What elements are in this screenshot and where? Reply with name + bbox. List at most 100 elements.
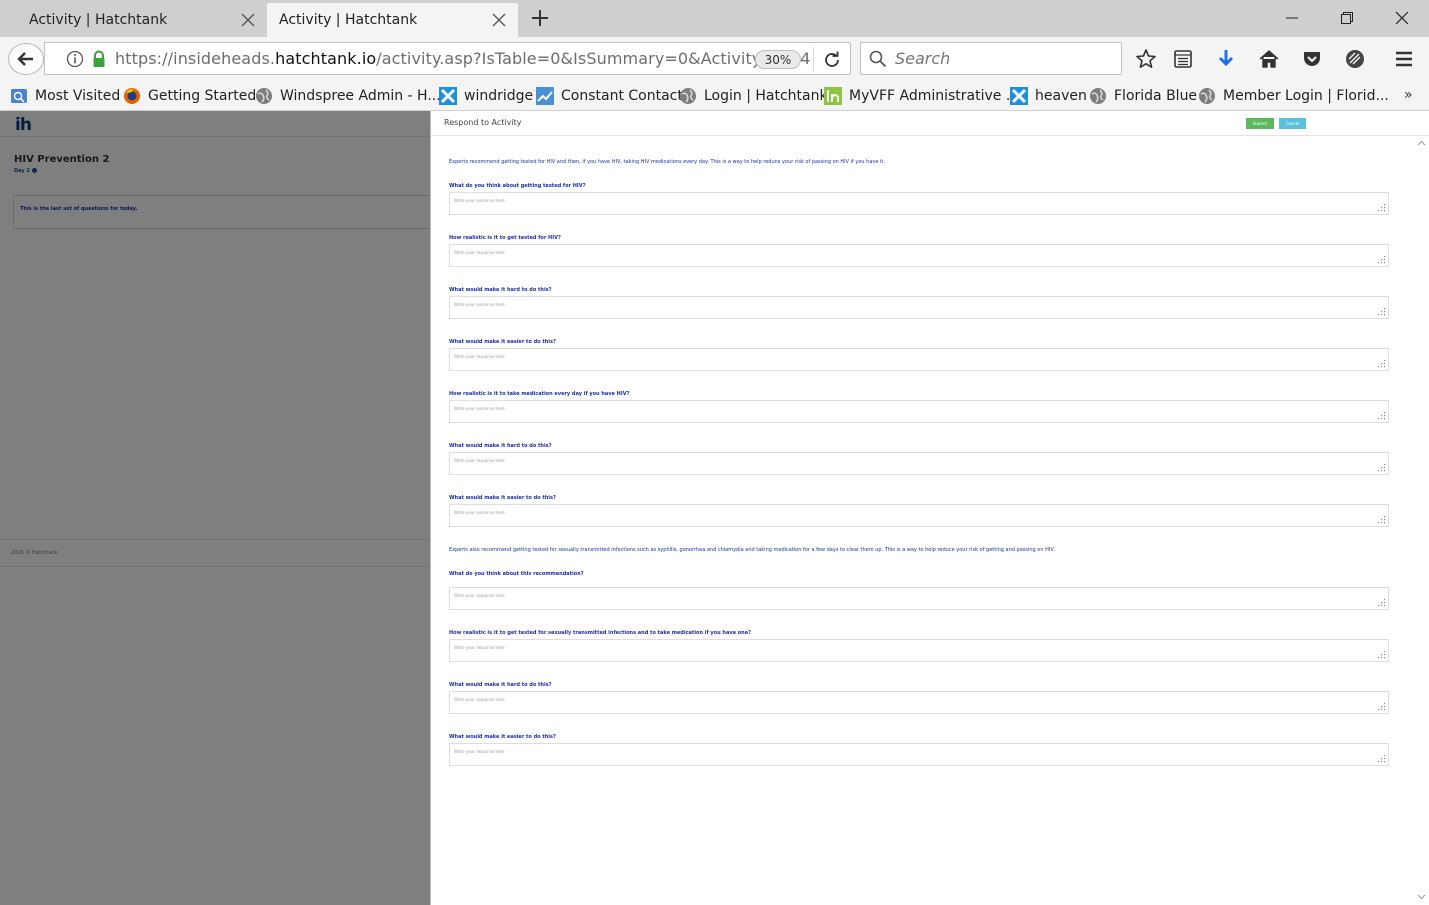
bookmark-florida-blue[interactable]: Florida Blue: [1089, 85, 1197, 107]
back-arrow-icon: [17, 52, 33, 66]
response-field[interactable]: [449, 691, 1389, 714]
panel-scrollbar[interactable]: [1413, 137, 1429, 905]
response-textarea[interactable]: [450, 692, 1388, 713]
question-label: What would make it hard to do this?: [449, 443, 552, 449]
response-textarea[interactable]: [450, 245, 1388, 266]
resize-grip-icon[interactable]: [1378, 204, 1386, 212]
reload-icon[interactable]: [821, 49, 843, 71]
resize-grip-icon[interactable]: [1378, 703, 1386, 711]
scroll-up-chevron-icon[interactable]: [1417, 139, 1426, 148]
bookmarks-toolbar: Most Visited Getting Started Windspree A…: [0, 81, 1429, 111]
response-field[interactable]: [449, 452, 1389, 475]
bookmark-label: Member Login | Florid...: [1223, 88, 1389, 104]
close-tab-icon[interactable]: [486, 7, 512, 33]
question-label: How realistic is it to get tested for se…: [449, 630, 752, 636]
response-field[interactable]: [449, 587, 1389, 610]
bookmark-windridge[interactable]: windridge: [439, 85, 533, 107]
restore-window-icon[interactable]: [1326, 4, 1368, 32]
bookmark-getting-started[interactable]: Getting Started: [123, 85, 256, 107]
response-textarea[interactable]: [450, 297, 1388, 318]
response-field[interactable]: [449, 244, 1389, 267]
url-host: hatchtank.io: [275, 49, 377, 68]
constant-contact-icon: [536, 87, 554, 105]
bookmark-label: Login | Hatchtank: [704, 88, 828, 104]
resize-grip-icon[interactable]: [1378, 256, 1386, 264]
addon-icon[interactable]: [1343, 47, 1367, 71]
close-tab-icon[interactable]: [235, 7, 261, 33]
scroll-down-chevron-icon[interactable]: [1417, 892, 1426, 901]
bookmark-myvff-administrative[interactable]: MyVFF Administrative ...: [824, 85, 1019, 107]
bookmark-login-hatchtank[interactable]: Login | Hatchtank: [679, 85, 828, 107]
search-input[interactable]: [895, 49, 1105, 68]
resize-grip-icon[interactable]: [1378, 412, 1386, 420]
response-field[interactable]: [449, 504, 1389, 527]
bookmark-windspree-admin[interactable]: Windspree Admin - H...: [255, 85, 441, 107]
bookmark-member-login-florida[interactable]: Member Login | Florid...: [1198, 85, 1389, 107]
page-viewport: ih HIV Prevention 2 Day 2 This is the la…: [0, 111, 1429, 905]
tab-activity-hatchtank-1[interactable]: Activity | Hatchtank: [17, 3, 267, 37]
close-window-icon[interactable]: [1381, 4, 1423, 32]
response-field[interactable]: [449, 192, 1389, 215]
tab-title: Activity | Hatchtank: [29, 12, 168, 28]
question-label: What would make it easier to do this?: [449, 734, 556, 740]
globe-icon: [680, 88, 696, 104]
tab-title: Activity | Hatchtank: [279, 12, 418, 28]
resize-grip-icon[interactable]: [1378, 516, 1386, 524]
reading-list-icon[interactable]: [1171, 47, 1195, 71]
question-label: What do you think about getting tested f…: [449, 183, 586, 189]
response-field[interactable]: [449, 348, 1389, 371]
resize-grip-icon[interactable]: [1378, 360, 1386, 368]
submit-button[interactable]: Submit: [1246, 118, 1274, 129]
response-textarea[interactable]: [450, 640, 1388, 661]
download-icon[interactable]: [1214, 47, 1238, 71]
response-textarea[interactable]: [450, 349, 1388, 370]
address-bar[interactable]: https://insideheads.hatchtank.io/activit…: [44, 42, 851, 75]
resize-grip-icon[interactable]: [1378, 599, 1386, 607]
bookmark-folder-icon: [11, 89, 27, 103]
bookmark-heaven[interactable]: heaven: [1010, 85, 1087, 107]
response-field[interactable]: [449, 296, 1389, 319]
resize-grip-icon[interactable]: [1378, 308, 1386, 316]
minimize-window-icon[interactable]: [1271, 4, 1313, 32]
bookmark-star-icon[interactable]: [1134, 47, 1158, 71]
bookmark-label: Windspree Admin - H...: [280, 88, 441, 104]
url-text[interactable]: https://insideheads.hatchtank.io/activit…: [115, 49, 811, 68]
resize-grip-icon[interactable]: [1378, 464, 1386, 472]
home-icon[interactable]: [1257, 47, 1281, 71]
url-divider: [813, 47, 814, 71]
intro-text: Experts also recommend getting tested fo…: [449, 547, 1055, 553]
response-field[interactable]: [449, 400, 1389, 423]
resize-grip-icon[interactable]: [1378, 651, 1386, 659]
bookmark-label: MyVFF Administrative ...: [849, 88, 1020, 104]
response-textarea[interactable]: [450, 401, 1388, 422]
bookmark-constant-contact[interactable]: Constant Contact: [536, 85, 683, 107]
question-label: What do you think about this recommendat…: [449, 571, 584, 577]
pocket-icon[interactable]: [1300, 47, 1324, 71]
cancel-button[interactable]: Cancel: [1279, 118, 1306, 129]
response-textarea[interactable]: [450, 505, 1388, 526]
bookmark-most-visited[interactable]: Most Visited: [10, 85, 120, 107]
hatchtank-icon: [824, 87, 842, 105]
response-field[interactable]: [449, 743, 1389, 766]
zoom-level-badge[interactable]: 30%: [755, 50, 801, 69]
question-label: What would make it hard to do this?: [449, 682, 552, 688]
search-bar[interactable]: [860, 42, 1122, 75]
new-tab-plus-icon[interactable]: [528, 6, 552, 30]
globe-icon: [256, 88, 272, 104]
menu-hamburger-icon[interactable]: [1392, 47, 1416, 71]
response-textarea[interactable]: [450, 588, 1388, 609]
tab-activity-hatchtank-2[interactable]: Activity | Hatchtank: [267, 3, 518, 37]
modal-backdrop[interactable]: [0, 111, 430, 905]
bookmark-label: Getting Started: [148, 88, 257, 104]
bookmark-label: heaven: [1035, 88, 1087, 104]
response-textarea[interactable]: [450, 453, 1388, 474]
url-path: /activity.asp?IsTable=0&IsSummary=0&Acti…: [376, 49, 811, 68]
secure-lock-icon: [91, 50, 107, 68]
response-field[interactable]: [449, 639, 1389, 662]
bookmarks-overflow-chevron-icon[interactable]: »: [1404, 87, 1413, 103]
response-textarea[interactable]: [450, 193, 1388, 214]
response-textarea[interactable]: [450, 744, 1388, 765]
resize-grip-icon[interactable]: [1378, 755, 1386, 763]
site-info-icon[interactable]: [65, 49, 85, 69]
back-button[interactable]: [8, 43, 44, 75]
